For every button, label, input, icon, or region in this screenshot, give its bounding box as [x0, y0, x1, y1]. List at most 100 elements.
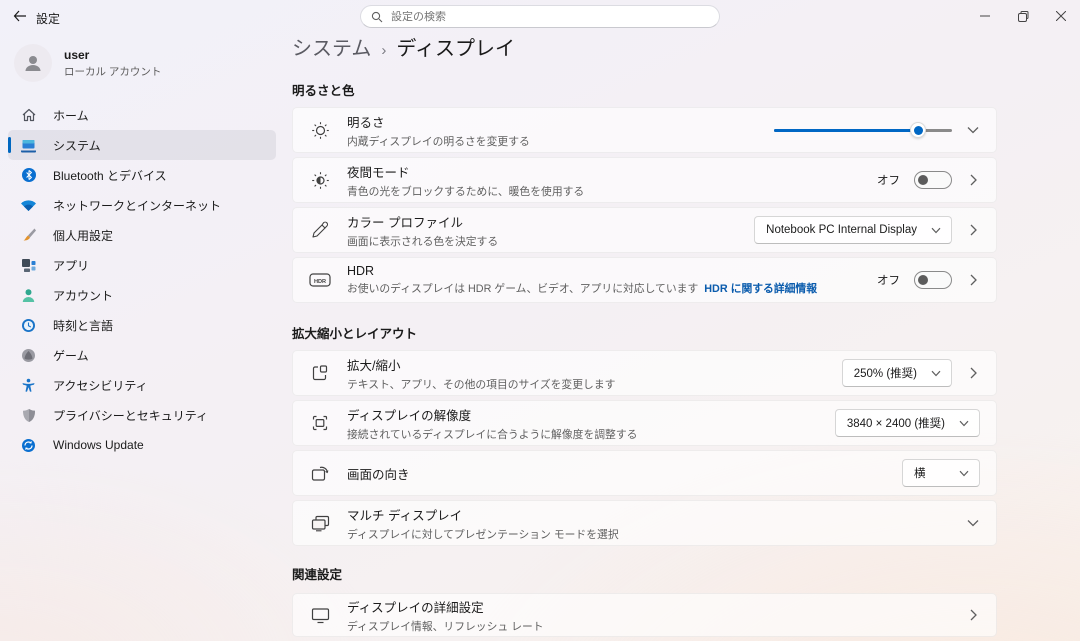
- maximize-restore-button[interactable]: [1004, 0, 1042, 32]
- chevron-down-icon: [959, 470, 969, 477]
- sidebar-item-label: アプリ: [53, 257, 89, 274]
- sidebar-item-label: アクセシビリティ: [53, 377, 148, 394]
- section-brightness-color: 明るさと色: [292, 80, 997, 99]
- dropdown-value: Notebook PC Internal Display: [766, 224, 917, 236]
- sidebar-item-accessibility[interactable]: アクセシビリティ: [8, 370, 276, 400]
- wifi-icon: [20, 197, 37, 214]
- row-color-profile[interactable]: カラー プロファイル 画面に表示される色を決定する Notebook PC In…: [292, 207, 997, 253]
- chevron-down-icon[interactable]: [966, 519, 980, 527]
- orientation-dropdown[interactable]: 横: [902, 459, 980, 487]
- sidebar-item-apps[interactable]: アプリ: [8, 250, 276, 280]
- orientation-icon: [309, 465, 331, 482]
- sidebar-item-label: 時刻と言語: [53, 317, 113, 334]
- row-title: 拡大/縮小: [347, 355, 842, 374]
- row-brightness[interactable]: 明るさ 内蔵ディスプレイの明るさを変更する: [292, 107, 997, 153]
- minimize-button[interactable]: [966, 0, 1004, 32]
- sidebar-item-system[interactable]: システム: [8, 130, 276, 160]
- brightness-icon: [309, 121, 331, 140]
- user-account-type: ローカル アカウント: [64, 64, 161, 79]
- hdr-toggle[interactable]: [914, 271, 952, 289]
- row-subtitle: テキスト、アプリ、その他の項目のサイズを変更します: [347, 376, 842, 392]
- row-night-light[interactable]: 夜間モード 青色の光をブロックするために、暖色を使用する オフ: [292, 157, 997, 203]
- brightness-slider-fill: [774, 129, 918, 132]
- app-title: 設定: [36, 10, 60, 27]
- brightness-slider-thumb[interactable]: [910, 122, 926, 138]
- row-hdr[interactable]: HDR HDR お使いのディスプレイは HDR ゲーム、ビデオ、アプリに対応して…: [292, 257, 997, 303]
- chevron-right-icon: [966, 274, 980, 286]
- sidebar-item-gaming[interactable]: ゲーム: [8, 340, 276, 370]
- titlebar: 設定: [0, 0, 1080, 32]
- close-button[interactable]: [1042, 0, 1080, 32]
- svg-text:HDR: HDR: [314, 279, 326, 285]
- sidebar-item-privacy-security[interactable]: プライバシーとセキュリティ: [8, 400, 276, 430]
- row-resolution[interactable]: ディスプレイの解像度 接続されているディスプレイに合うように解像度を調整する 3…: [292, 400, 997, 446]
- sidebar-item-personalization[interactable]: 個人用設定: [8, 220, 276, 250]
- chevron-down-icon: [931, 227, 941, 234]
- sidebar-item-time-language[interactable]: 時刻と言語: [8, 310, 276, 340]
- sidebar-item-network-internet[interactable]: ネットワークとインターネット: [8, 190, 276, 220]
- row-subtitle: 画面に表示される色を決定する: [347, 233, 754, 249]
- row-orientation[interactable]: 画面の向き 横: [292, 450, 997, 496]
- row-title: ディスプレイの解像度: [347, 405, 835, 424]
- row-subtitle: お使いのディスプレイは HDR ゲーム、ビデオ、アプリに対応しています: [347, 283, 698, 295]
- scale-dropdown[interactable]: 250% (推奨): [842, 359, 952, 387]
- row-scale[interactable]: 拡大/縮小 テキスト、アプリ、その他の項目のサイズを変更します 250% (推奨…: [292, 350, 997, 396]
- sidebar-item-label: ゲーム: [53, 347, 89, 364]
- window-controls: [966, 0, 1080, 32]
- sidebar-item-home[interactable]: ホーム: [8, 100, 276, 130]
- row-title: カラー プロファイル: [347, 212, 754, 231]
- night-light-toggle[interactable]: [914, 171, 952, 189]
- sidebar-item-label: システム: [53, 137, 101, 154]
- sidebar-item-label: Bluetooth とデバイス: [53, 167, 167, 184]
- night-light-icon: [309, 171, 331, 190]
- hdr-icon: HDR: [309, 272, 331, 288]
- dropdown-value: 3840 × 2400 (推奨): [847, 415, 945, 431]
- row-subtitle: 青色の光をブロックするために、暖色を使用する: [347, 183, 877, 199]
- minimize-icon: [980, 11, 990, 21]
- row-multiple-displays[interactable]: マルチ ディスプレイ ディスプレイに対してプレゼンテーション モードを選択: [292, 500, 997, 546]
- row-title: 画面の向き: [347, 464, 902, 483]
- clock-icon: [20, 317, 37, 334]
- chevron-down-icon: [931, 370, 941, 377]
- brightness-slider[interactable]: [774, 122, 952, 138]
- sidebar-item-windows-update[interactable]: Windows Update: [8, 430, 276, 460]
- sidebar-item-label: アカウント: [53, 287, 113, 304]
- sidebar-item-label: プライバシーとセキュリティ: [53, 407, 208, 424]
- sidebar-nav: ホーム システム Bluetooth とデバイス ネットワークとインターネット …: [0, 96, 284, 464]
- row-subtitle: 内蔵ディスプレイの明るさを変更する: [347, 133, 774, 149]
- sidebar-item-accounts[interactable]: アカウント: [8, 280, 276, 310]
- page-title: ディスプレイ: [396, 36, 515, 62]
- user-name: user: [64, 48, 161, 62]
- section-scale-layout: 拡大縮小とレイアウト: [292, 323, 997, 342]
- multi-display-icon: [309, 515, 331, 532]
- user-account-card[interactable]: user ローカル アカウント: [0, 32, 284, 96]
- search-box[interactable]: [360, 5, 720, 28]
- brush-icon: [20, 227, 37, 244]
- row-title: 夜間モード: [347, 162, 877, 181]
- advanced-display-icon: [309, 607, 331, 624]
- row-title: ディスプレイの詳細設定: [347, 597, 966, 616]
- resolution-dropdown[interactable]: 3840 × 2400 (推奨): [835, 409, 980, 437]
- back-button[interactable]: [10, 7, 30, 25]
- accessibility-icon: [20, 377, 37, 394]
- shield-icon: [20, 407, 37, 424]
- breadcrumb-parent[interactable]: システム: [292, 36, 371, 62]
- hdr-learn-more-link[interactable]: HDR に関する詳細情報: [704, 283, 817, 295]
- back-arrow-icon: [13, 10, 27, 22]
- search-input[interactable]: [391, 11, 709, 23]
- sidebar-item-label: ホーム: [53, 107, 89, 124]
- row-title: HDR: [347, 264, 877, 278]
- chevron-down-icon[interactable]: [966, 126, 980, 134]
- main-content: システム › ディスプレイ 明るさと色 明るさ 内蔵ディスプレイの明るさを変更す…: [292, 36, 997, 641]
- row-subtitle: 接続されているディスプレイに合うように解像度を調整する: [347, 426, 835, 442]
- row-advanced-display[interactable]: ディスプレイの詳細設定 ディスプレイ情報、リフレッシュ レート: [292, 593, 997, 637]
- sidebar-item-bluetooth-devices[interactable]: Bluetooth とデバイス: [8, 160, 276, 190]
- selected-accent-bar: [8, 137, 11, 153]
- close-icon: [1056, 11, 1066, 21]
- dropdown-value: 横: [914, 465, 926, 481]
- scale-icon: [309, 364, 331, 382]
- row-title: マルチ ディスプレイ: [347, 505, 966, 524]
- color-profile-dropdown[interactable]: Notebook PC Internal Display: [754, 216, 952, 244]
- toggle-state-label: オフ: [877, 172, 900, 188]
- windows-update-icon: [20, 437, 37, 454]
